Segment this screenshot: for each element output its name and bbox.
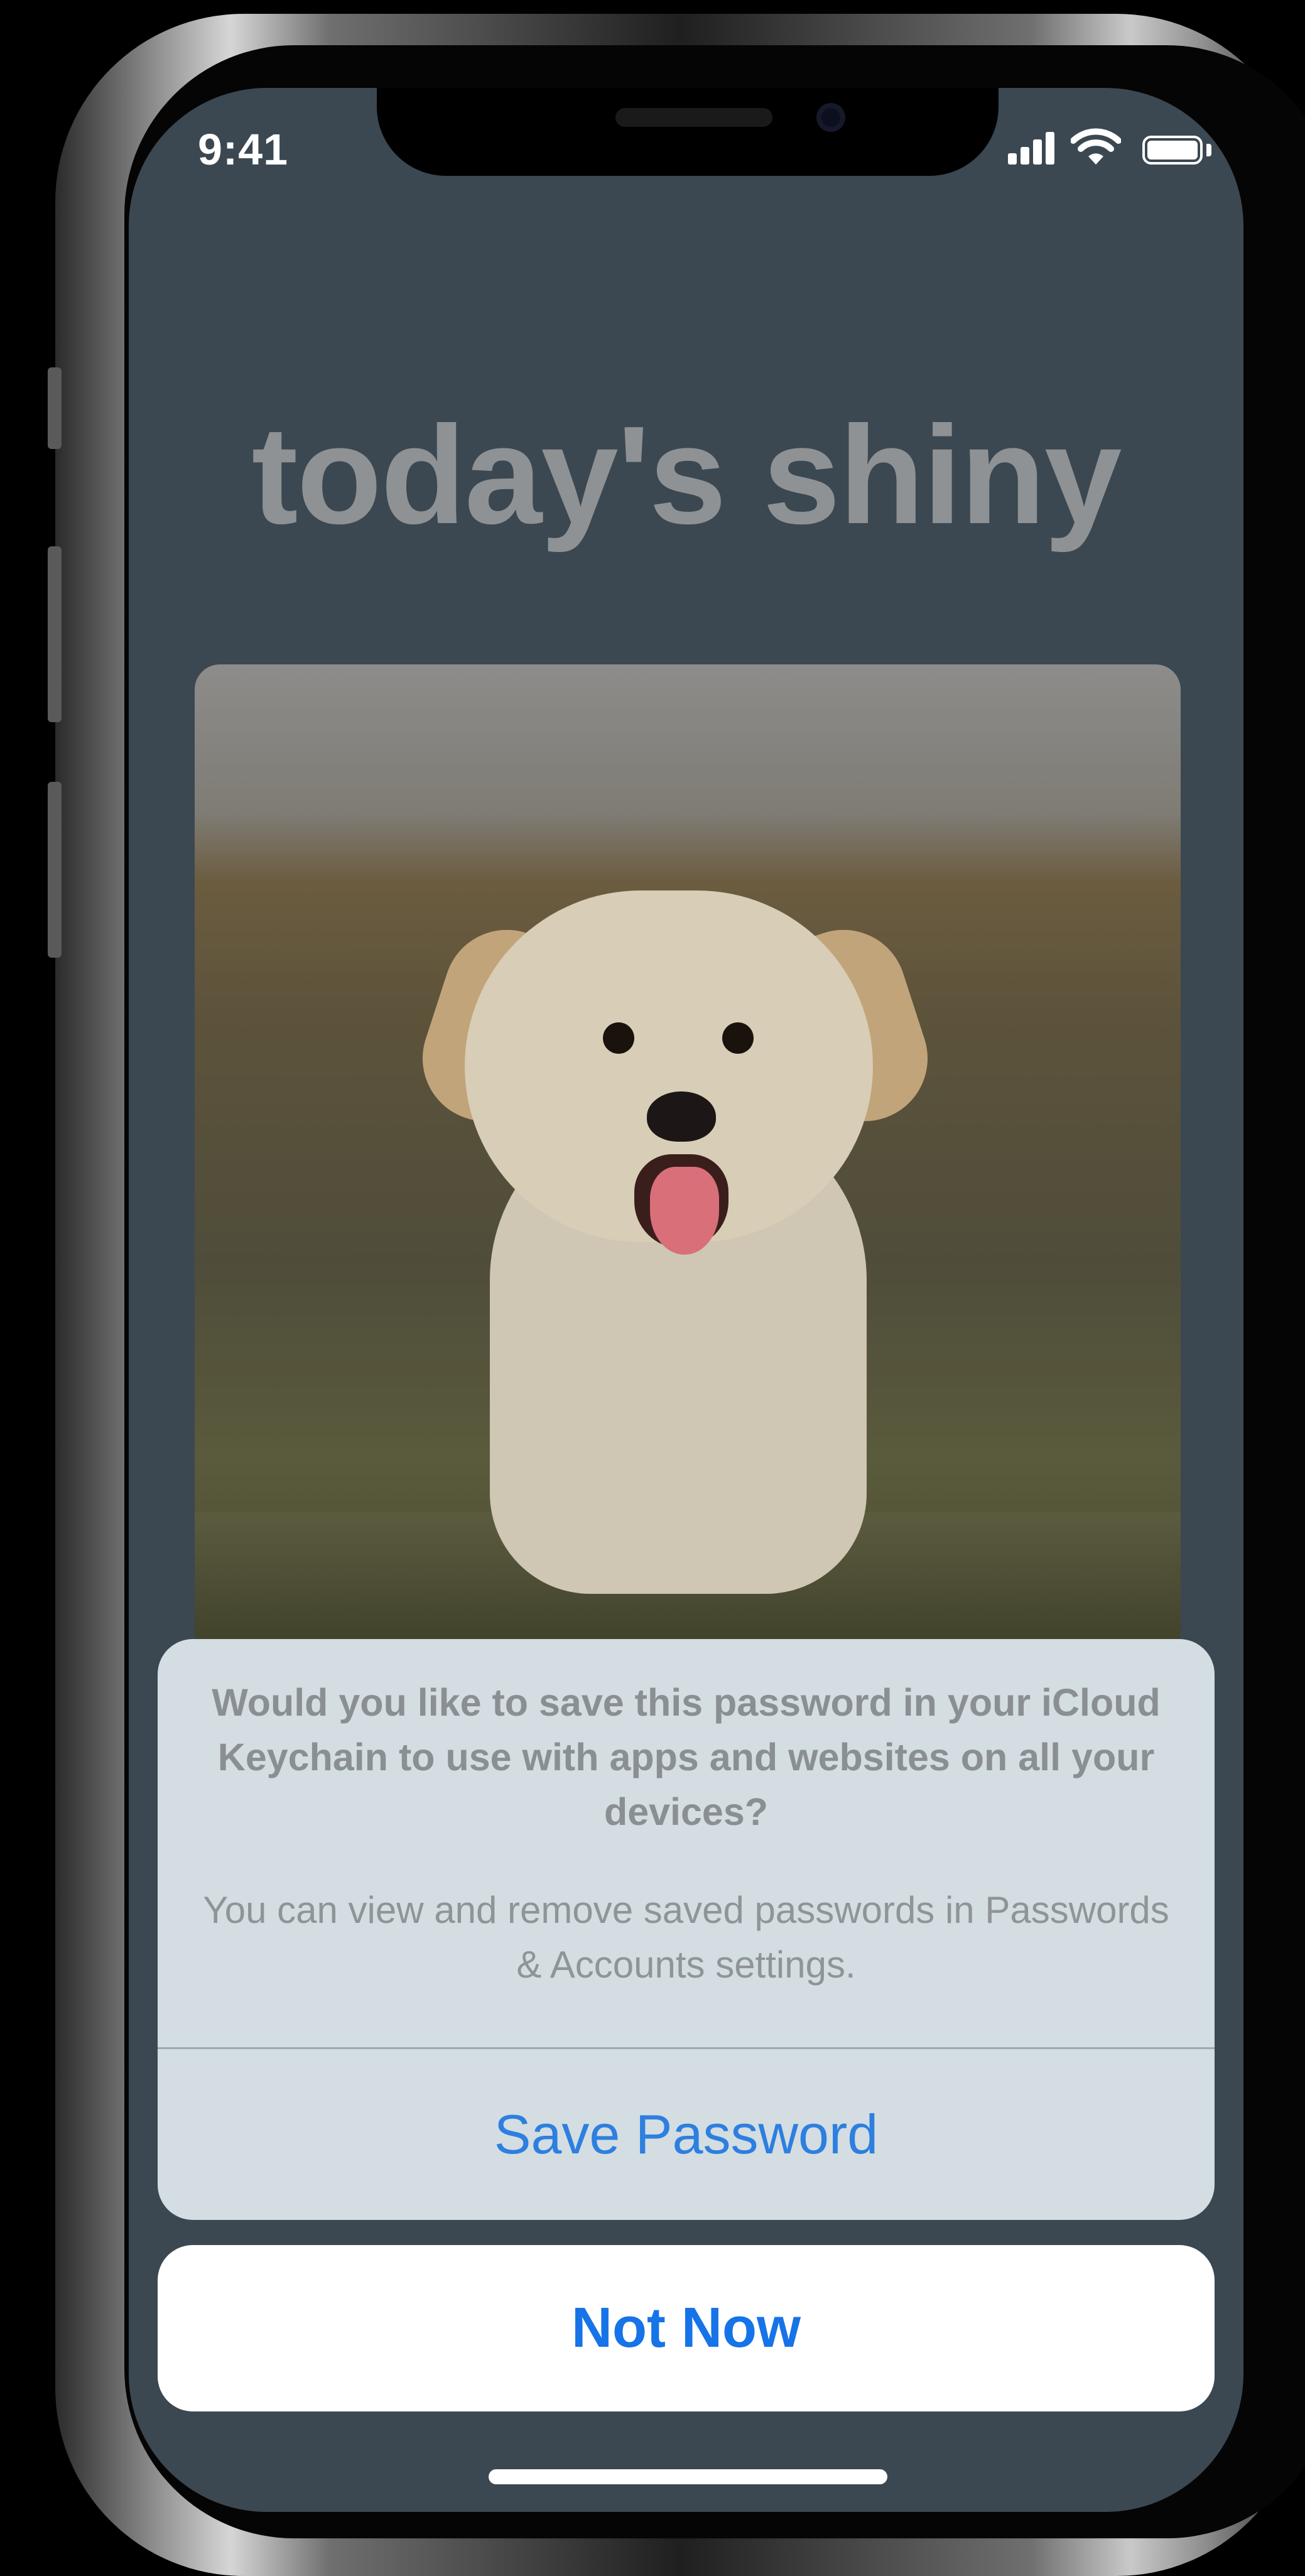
status-icons: [1008, 128, 1215, 172]
puppy-nose: [647, 1091, 716, 1142]
sheet-message: You can view and remove saved passwords …: [203, 1889, 1169, 1986]
notch: [377, 88, 999, 176]
battery-tip: [1206, 144, 1211, 156]
wifi-icon: [1071, 128, 1121, 165]
not-now-button[interactable]: Not Now: [158, 2245, 1215, 2411]
save-password-button[interactable]: Save Password: [158, 2049, 1215, 2220]
app-title: today's shiny: [251, 398, 1122, 553]
phone-screen: 9:41 today's shiny Would you like to sav…: [129, 88, 1243, 2512]
puppy-right-eye: [722, 1022, 754, 1054]
cellular-signal-icon: [1008, 128, 1058, 165]
volume-down-button: [48, 782, 62, 958]
save-password-sheet: Would you like to save this password in …: [158, 1639, 1215, 2220]
silent-switch: [48, 367, 62, 449]
puppy-photo: [195, 664, 1181, 1657]
status-time: 9:41: [198, 125, 289, 174]
volume-up-button: [48, 546, 62, 722]
puppy-tongue: [650, 1167, 719, 1255]
puppy-left-eye: [603, 1022, 634, 1054]
battery-icon: [1142, 136, 1203, 165]
sheet-title: Would you like to save this password in …: [212, 1681, 1161, 1833]
home-indicator[interactable]: [489, 2469, 887, 2484]
speaker: [615, 108, 772, 127]
front-camera: [816, 103, 845, 132]
